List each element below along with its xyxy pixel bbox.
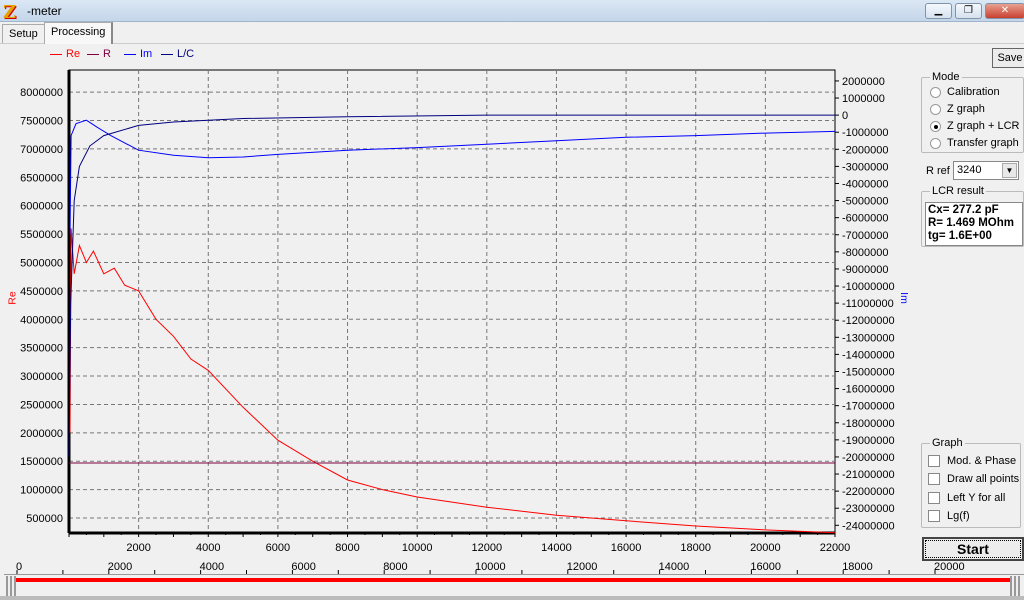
checkbox-icon <box>928 473 940 485</box>
slider-left-handle[interactable] <box>6 576 16 596</box>
radio-label: Transfer graph <box>947 137 1019 149</box>
checkbox-icon <box>928 492 940 504</box>
legend-label: L/C <box>177 48 195 60</box>
save-button[interactable]: Save <box>992 48 1024 68</box>
lcr-result-box: Cx= 277.2 pF R= 1.469 MOhm tg= 1.6E+00 <box>925 202 1023 246</box>
chevron-down-icon[interactable]: ▼ <box>1002 163 1017 178</box>
slider-range-fill <box>16 578 1010 582</box>
start-button[interactable]: Start <box>922 537 1024 561</box>
checkbox-icon <box>928 510 940 522</box>
lcr-tangent: tg= 1.6E+00 <box>928 230 992 242</box>
legend-im: Im <box>124 48 152 60</box>
mode-group-title: Mode <box>930 71 962 83</box>
maximize-button[interactable]: ❐ <box>955 3 982 19</box>
checkbox-label: Mod. & Phase <box>947 455 1017 467</box>
radio-calibration[interactable]: Calibration <box>930 86 1000 98</box>
left-axis-label: Re <box>6 291 19 305</box>
lcr-result-title: LCR result <box>930 185 986 197</box>
frequency-range-slider[interactable] <box>4 574 1024 596</box>
radio-circle-icon <box>930 103 941 115</box>
checkbox-left-y-for-all[interactable]: Left Y for all <box>928 492 1005 504</box>
checkbox-label: Lg(f) <box>947 510 970 522</box>
radio-circle-icon <box>930 86 941 98</box>
processing-page <box>0 43 1024 600</box>
minimize-button[interactable]: ▁ <box>925 3 952 19</box>
checkbox-label: Left Y for all <box>947 492 1006 504</box>
radio-z-graph[interactable]: Z graph <box>930 103 985 115</box>
legend-re: Re <box>50 48 80 60</box>
radio-label: Z graph + LCR <box>947 120 1020 132</box>
window-title: -meter <box>27 4 62 18</box>
checkbox-lgf[interactable]: Lg(f) <box>928 510 970 522</box>
rref-label: R ref <box>926 165 950 177</box>
rref-value: 3240 <box>957 164 982 176</box>
close-button[interactable]: ✕ <box>985 3 1024 19</box>
checkbox-mod-phase[interactable]: Mod. & Phase <box>928 455 1016 467</box>
slider-right-handle[interactable] <box>1010 576 1020 596</box>
graph-group-title: Graph <box>930 437 965 449</box>
rref-select[interactable]: 3240 ▼ <box>953 161 1019 180</box>
legend-lc: L/C <box>161 48 194 60</box>
checkbox-icon <box>928 455 940 467</box>
radio-label: Calibration <box>947 86 1000 98</box>
radio-circle-icon <box>930 137 941 149</box>
tab-setup[interactable]: Setup <box>2 24 45 43</box>
right-axis-label: Im <box>897 292 910 304</box>
radio-transfer-graph[interactable]: Transfer graph <box>930 137 1019 149</box>
checkbox-draw-all-points[interactable]: Draw all points <box>928 473 1019 485</box>
app-logo-icon: Z <box>3 2 17 23</box>
legend-label: Im <box>140 48 153 60</box>
tab-processing[interactable]: Processing <box>44 22 114 44</box>
legend-label: Re <box>66 48 81 60</box>
radio-label: Z graph <box>947 103 985 115</box>
mode-group: Mode Calibration Z graph Z graph + LCR T… <box>921 71 1024 153</box>
radio-z-graph-lcr[interactable]: Z graph + LCR <box>930 120 1019 132</box>
radio-selected-icon <box>930 120 941 132</box>
graph-group: Graph Mod. & Phase Draw all points Left … <box>921 437 1021 528</box>
lcr-result-group: LCR result Cx= 277.2 pF R= 1.469 MOhm tg… <box>921 185 1024 247</box>
legend-label: R <box>103 48 111 60</box>
lcr-resistance: R= 1.469 MOhm <box>928 217 1014 229</box>
checkbox-label: Draw all points <box>947 473 1020 485</box>
lcr-capacitance: Cx= 277.2 pF <box>928 204 999 216</box>
legend-r: R <box>87 48 111 60</box>
title-bar: Z -meter ▁ ❐ ✕ <box>0 0 1024 23</box>
status-strip <box>0 596 1024 600</box>
